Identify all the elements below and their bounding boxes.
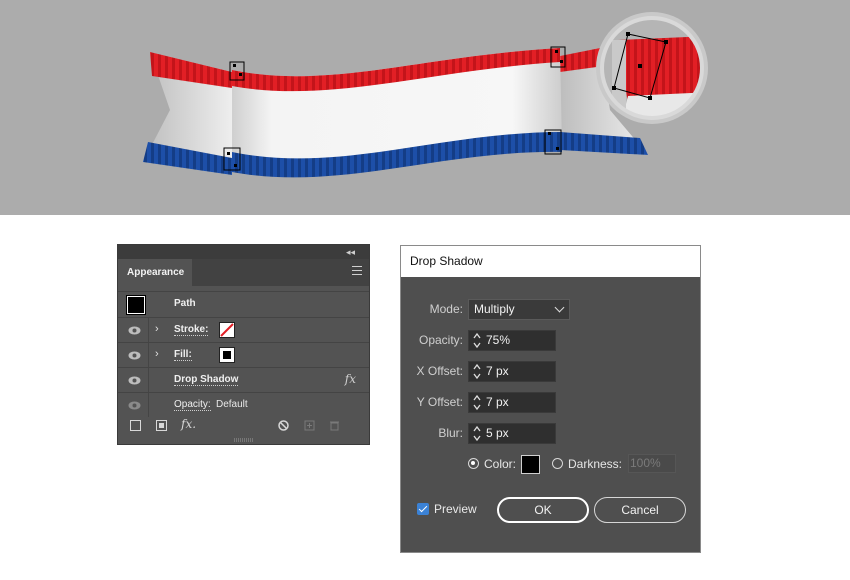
expand-chevron-icon[interactable]: › <box>155 348 159 360</box>
magnifier-circle <box>596 12 708 124</box>
visibility-eye-icon[interactable] <box>128 401 141 410</box>
appearance-row-fill[interactable]: › Fill: <box>118 342 369 367</box>
blur-field[interactable]: 5 px <box>468 423 556 444</box>
visibility-eye-icon[interactable] <box>128 376 141 385</box>
add-new-effect-icon[interactable]: fx. <box>181 417 196 431</box>
stepper-icon[interactable] <box>472 332 482 349</box>
panel-resize-grip[interactable] <box>234 438 254 442</box>
delete-item-icon[interactable] <box>329 420 340 431</box>
stroke-swatch[interactable] <box>219 322 235 338</box>
x-offset-field[interactable]: 7 px <box>468 361 556 382</box>
ok-button[interactable]: OK <box>497 497 589 523</box>
none-slash-icon <box>220 323 234 337</box>
add-new-fill-icon[interactable] <box>156 420 167 431</box>
panel-menu-icon[interactable] <box>352 266 362 276</box>
shadow-color-swatch[interactable] <box>521 455 540 474</box>
fill-label[interactable]: Fill: <box>174 349 192 361</box>
visibility-eye-icon[interactable] <box>128 351 141 360</box>
panel-tab-bar: Appearance <box>118 259 369 287</box>
panel-toolbar: fx. <box>118 417 369 437</box>
mode-select[interactable]: Multiply <box>468 299 570 320</box>
expand-chevron-icon[interactable]: › <box>155 323 159 335</box>
duplicate-item-icon[interactable] <box>304 420 315 431</box>
opacity-field[interactable]: 75% <box>468 330 556 351</box>
preview-label[interactable]: Preview <box>434 502 477 516</box>
stepper-icon[interactable] <box>472 394 482 411</box>
x-offset-label: X Offset: <box>416 364 463 378</box>
clear-appearance-icon[interactable] <box>278 420 289 431</box>
blur-value: 5 px <box>486 426 509 440</box>
add-new-stroke-icon[interactable] <box>130 420 141 431</box>
y-offset-label: Y Offset: <box>416 395 463 409</box>
color-radio-label[interactable]: Color: <box>484 457 516 471</box>
color-radio[interactable] <box>468 458 479 469</box>
appearance-row-drop-shadow[interactable]: Drop Shadow fx <box>118 367 369 392</box>
preview-checkbox[interactable] <box>417 503 429 515</box>
visibility-eye-icon[interactable] <box>128 326 141 335</box>
mode-select-value: Multiply <box>474 302 515 316</box>
artboard-canvas[interactable] <box>0 0 850 215</box>
path-thumbnail <box>127 296 145 314</box>
fx-icon[interactable]: fx <box>345 372 356 386</box>
ribbon-artwork <box>143 12 708 178</box>
blur-label: Blur: <box>438 426 463 440</box>
darkness-radio-label[interactable]: Darkness: <box>568 457 622 471</box>
appearance-panel: ◂◂ Appearance Path › Stroke: › Fill: Dro… <box>117 244 370 445</box>
stroke-label[interactable]: Stroke: <box>174 324 209 336</box>
darkness-radio[interactable] <box>552 458 563 469</box>
collapse-panel-icon[interactable]: ◂◂ <box>346 245 355 259</box>
x-offset-value: 7 px <box>486 364 509 378</box>
y-offset-field[interactable]: 7 px <box>468 392 556 413</box>
darkness-field: 100% <box>628 454 676 473</box>
opacity-label[interactable]: Opacity: <box>174 399 211 411</box>
cancel-button[interactable]: Cancel <box>594 497 686 523</box>
appearance-row-stroke[interactable]: › Stroke: <box>118 317 369 342</box>
path-label: Path <box>174 298 196 309</box>
tab-appearance[interactable]: Appearance <box>118 259 192 287</box>
stepper-icon[interactable] <box>472 425 482 442</box>
opacity-value: Default <box>216 399 248 410</box>
panel-title-bar: ◂◂ <box>118 245 369 259</box>
drop-shadow-dialog: Drop Shadow Mode: Multiply Opacity: 75% … <box>400 245 701 553</box>
mode-label: Mode: <box>429 302 463 316</box>
opacity-label: Opacity: <box>418 333 463 347</box>
drop-shadow-label[interactable]: Drop Shadow <box>174 374 239 386</box>
y-offset-value: 7 px <box>486 395 509 409</box>
stepper-icon[interactable] <box>472 363 482 380</box>
appearance-row-path[interactable]: Path <box>118 291 369 316</box>
appearance-row-opacity[interactable]: Opacity: Default <box>118 392 369 417</box>
fill-swatch[interactable] <box>219 347 235 363</box>
chevron-down-icon <box>554 302 565 313</box>
dialog-title: Drop Shadow <box>401 246 700 277</box>
opacity-value: 75% <box>486 333 511 347</box>
